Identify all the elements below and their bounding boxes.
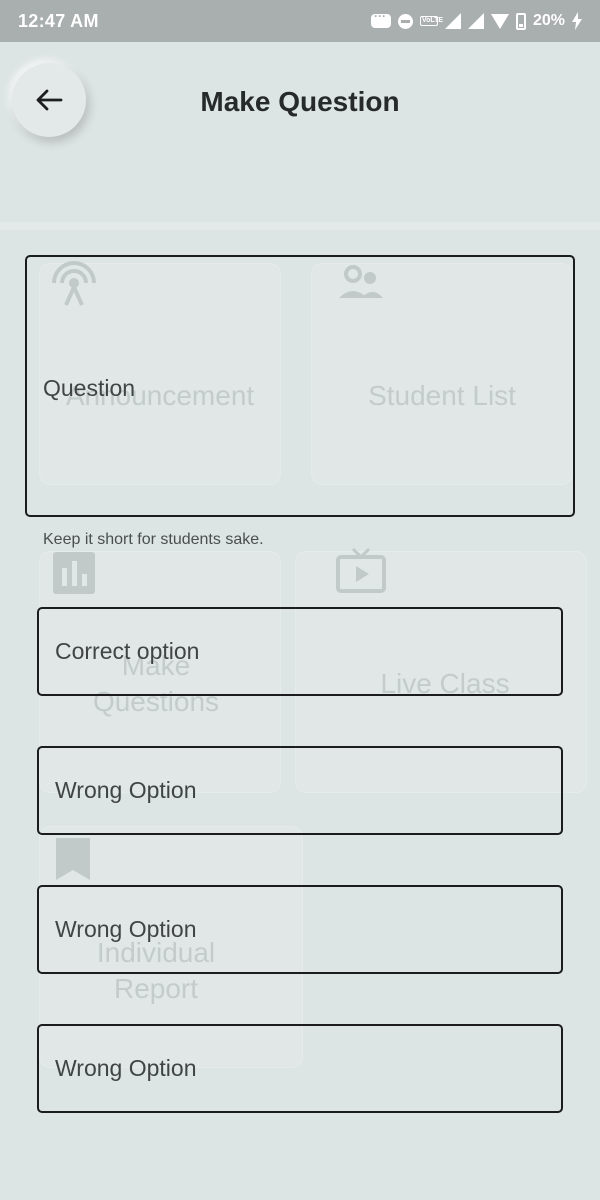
wrong-option-placeholder: Wrong Option <box>55 916 197 942</box>
bookmark-icon <box>56 838 90 880</box>
bar-chart-icon <box>53 552 95 594</box>
correct-option-input[interactable]: Correct option <box>37 607 563 696</box>
battery-icon <box>515 12 526 30</box>
wrong-option-input-3[interactable]: Wrong Option <box>37 1024 563 1113</box>
signal-icon <box>444 13 461 29</box>
correct-option-placeholder: Correct option <box>55 638 200 664</box>
wifi-icon <box>490 13 509 29</box>
question-helper-text: Keep it short for students sake. <box>43 531 264 548</box>
wrong-option-input-2[interactable]: Wrong Option <box>37 885 563 974</box>
do-not-disturb-icon <box>397 13 413 29</box>
wrong-option-placeholder: Wrong Option <box>55 777 197 803</box>
question-placeholder: Question <box>43 375 136 401</box>
wrong-option-input-1[interactable]: Wrong Option <box>37 746 563 835</box>
message-icon <box>370 9 391 28</box>
background-divider <box>0 222 600 230</box>
signal-icon-2 <box>467 13 484 29</box>
wrong-option-placeholder: Wrong Option <box>55 1055 197 1081</box>
status-time: 12:47 AM <box>18 10 99 31</box>
page-title: Make Question <box>200 86 400 117</box>
volte-icon: VoLTE <box>419 16 444 26</box>
charging-icon <box>572 12 582 30</box>
status-bar: 12:47 AM VoLTE 20% <box>0 0 600 42</box>
question-input[interactable]: Question <box>25 255 575 517</box>
status-icons: VoLTE 20% <box>370 9 582 30</box>
tv-play-icon <box>336 547 386 593</box>
battery-percent: 20% <box>532 12 565 29</box>
